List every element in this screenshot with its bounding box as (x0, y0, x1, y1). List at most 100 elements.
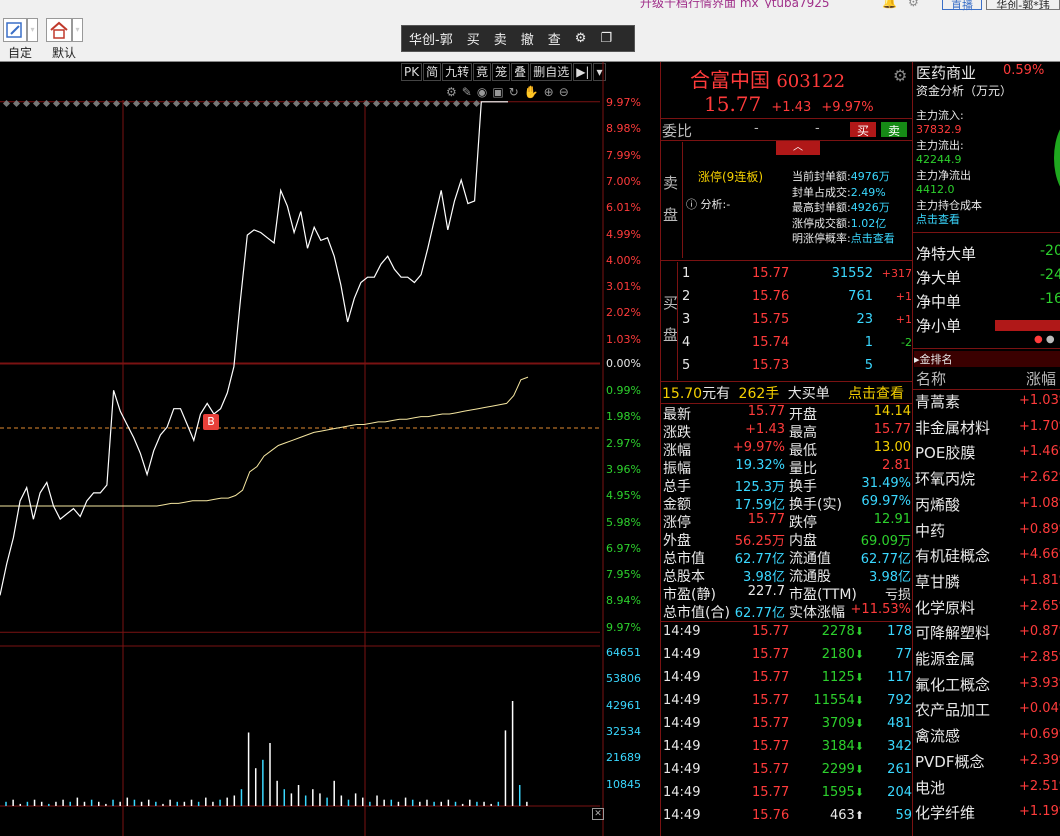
quick-sell-button[interactable]: 卖 (881, 122, 907, 138)
bid-price[interactable]: 15.75 (752, 312, 789, 327)
quote-key: 市盈(静) (663, 587, 716, 603)
close-icon[interactable]: ✕ (592, 808, 604, 820)
tick-volume: 3184⬇ (821, 739, 864, 754)
concept-name[interactable]: 禽流感 (915, 725, 960, 746)
concept-name[interactable]: 化学纤维 (915, 802, 975, 823)
concept-name[interactable]: PVDF概念 (915, 751, 985, 772)
limit-up-marker (262, 99, 271, 108)
concept-pct: +1.08% (1019, 495, 1060, 511)
quick-buy-button[interactable]: 买 (850, 122, 876, 138)
concept-name[interactable]: 青蒿素 (915, 391, 960, 412)
quote-value: 亏损 (884, 588, 911, 603)
concept-name[interactable]: 非金属材料 (915, 417, 990, 438)
axis-up-label: 6.01% (606, 201, 641, 215)
concept-col-name[interactable]: 名称 (916, 368, 946, 389)
bid-volume: 1 (864, 335, 873, 350)
limit-up-marker (172, 99, 181, 108)
inflow-label: 主力流入: (916, 109, 964, 122)
big-order-link[interactable]: 点击查看 (848, 383, 904, 403)
concept-name[interactable]: 电池 (915, 777, 945, 798)
bid-change: +1 (895, 313, 912, 326)
concept-name[interactable]: 能源金属 (915, 648, 975, 669)
stock-code: 603122 (776, 71, 846, 92)
limit-up-marker (282, 99, 291, 108)
quote-key: 量比 (789, 461, 817, 477)
concept-name[interactable]: 丙烯酸 (915, 494, 960, 515)
volume-axis-label: 53806 (606, 672, 641, 686)
bid-level: 2 (682, 289, 691, 304)
quote-key: 涨跌 (663, 425, 691, 441)
tick-volume: 463⬆ (829, 808, 864, 823)
sector-pct: 0.59% (1003, 63, 1045, 78)
concept-name[interactable]: 中药 (915, 520, 945, 541)
quote-value: 62.77亿 (734, 552, 785, 567)
quote-value: 125.3万 (734, 480, 785, 495)
limit-up-marker (322, 99, 331, 108)
account-button[interactable]: 华创-郭*玮 (986, 0, 1060, 10)
limit-up-marker (442, 99, 451, 108)
quote-value: 15.77 (747, 512, 785, 527)
notification-icon[interactable]: 🔔 (882, 0, 897, 9)
tick-count: 792 (887, 693, 912, 708)
quote-key: 开盘 (789, 407, 817, 423)
buy-signal-marker[interactable]: B (203, 414, 219, 430)
quote-key: 市盈(TTM) (789, 587, 857, 603)
average-price-line (0, 376, 529, 507)
sector-name[interactable]: 医药商业 (916, 62, 976, 83)
bid-price[interactable]: 15.73 (752, 358, 789, 373)
concept-name[interactable]: 环氧丙烷 (915, 468, 975, 489)
volume-axis-label: 10845 (606, 777, 641, 791)
bid-price[interactable]: 15.74 (752, 335, 789, 350)
tick-volume: 2299⬇ (821, 762, 864, 777)
limit-up-marker (452, 99, 461, 108)
bid-volume: 31552 (831, 266, 873, 281)
settings-icon[interactable]: ⚙ (908, 0, 919, 9)
limit-up-marker (292, 99, 301, 108)
tick-count: 481 (887, 716, 912, 731)
limit-up-marker (222, 99, 231, 108)
seal-stat-row: 涨停成交额:1.02亿 (792, 216, 887, 230)
axis-zero-label: 0.00% (606, 357, 641, 370)
tick-time: 14:49 (663, 739, 701, 754)
arrow-down-icon: ⬇ (854, 717, 864, 730)
pager-dots[interactable]: ● ● (1034, 334, 1055, 345)
intraday-chart[interactable] (0, 0, 660, 836)
collapse-icon[interactable]: ︿ (776, 141, 820, 155)
settings-icon[interactable]: ⚙ (893, 66, 907, 85)
quote-key: 最新 (663, 407, 691, 423)
quote-key: 外盘 (663, 533, 691, 549)
bid-price[interactable]: 15.77 (752, 266, 789, 281)
limit-up-marker (122, 99, 131, 108)
tick-count: 261 (887, 762, 912, 777)
weibi-value: - (754, 121, 759, 136)
axis-up-label: 7.00% (606, 174, 641, 188)
concept-name[interactable]: 氟化工概念 (915, 674, 990, 695)
limit-up-marker (72, 99, 81, 108)
concept-name[interactable]: 草甘膦 (915, 571, 960, 592)
limit-up-marker (462, 99, 471, 108)
fund-flow-title: 资金分析（万元） (916, 84, 1013, 98)
concept-col-pct[interactable]: 涨幅 (1026, 368, 1056, 389)
limit-up-marker (12, 99, 21, 108)
arrow-up-icon: ⬆ (854, 809, 864, 822)
limit-up-marker (362, 99, 371, 108)
arrow-down-icon: ⬇ (854, 786, 864, 799)
bid-price[interactable]: 15.76 (752, 289, 789, 304)
quote-value: 15.77 (873, 422, 911, 437)
concept-name[interactable]: 化学原料 (915, 597, 975, 618)
live-button[interactable]: 直播 (942, 0, 982, 12)
limit-up-marker (102, 99, 111, 108)
concept-name[interactable]: 有机硅概念 (915, 545, 990, 566)
arrow-down-icon: ⬇ (854, 740, 864, 753)
concept-name[interactable]: 可降解塑料 (915, 622, 990, 643)
tick-price: 15.76 (752, 808, 790, 823)
limit-up-marker (272, 99, 281, 108)
concept-name[interactable]: 农产品加工 (915, 699, 990, 720)
tick-count: 59 (895, 808, 912, 823)
limit-up-marker (212, 99, 221, 108)
quote-value: 15.77 (747, 404, 785, 419)
limit-up-marker (252, 99, 261, 108)
axis-down-label: 8.94% (606, 594, 641, 608)
cost-link[interactable]: 点击查看 (916, 211, 960, 227)
concept-name[interactable]: POE胶膜 (915, 442, 975, 463)
